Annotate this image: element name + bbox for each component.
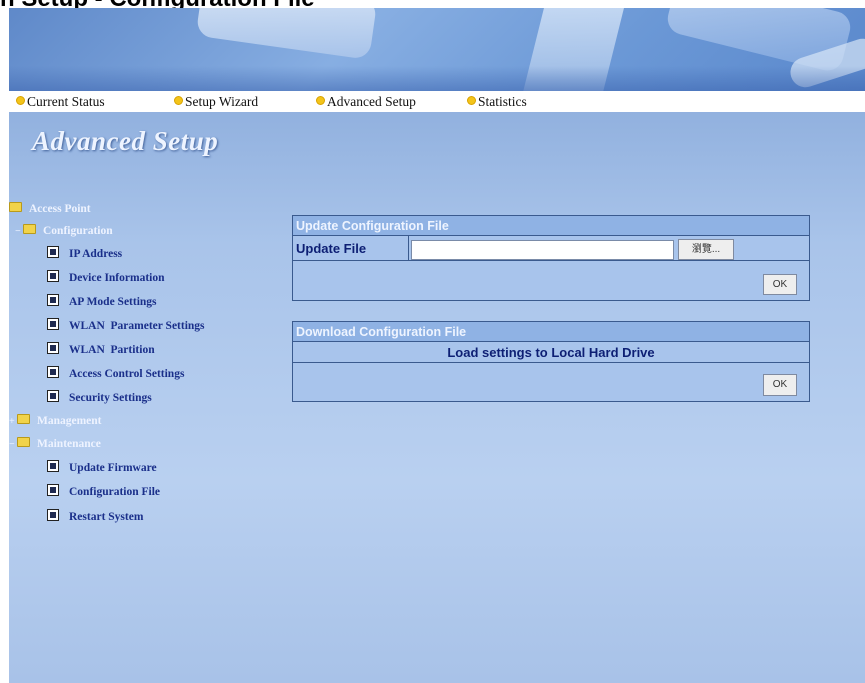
tree-item-wlan-partition[interactable]: WLAN Partition [47,342,155,358]
page-icon [47,484,59,496]
folder-icon [9,202,22,212]
download-ok-button[interactable]: OK [763,374,797,396]
nav-setup-wizard[interactable]: Setup Wizard [174,91,258,112]
tree-item-access-control-settings[interactable]: Access Control Settings [47,366,184,382]
page-icon [47,294,59,306]
browse-button[interactable]: 瀏覽... [678,239,734,260]
nav-label: Setup Wizard [185,94,259,109]
bullet-icon [174,96,183,105]
tree-item-security-settings[interactable]: Security Settings [47,390,152,406]
tree-root-access-point[interactable]: Access Point [9,201,91,217]
bullet-icon [467,96,476,105]
tree-label: Security Settings [69,392,152,404]
row-divider [293,362,809,363]
tree-label: Configuration [43,225,113,237]
tree-folder-maintenance[interactable]: − Maintenance [9,436,101,452]
page-icon [47,366,59,378]
expander-icon: − [9,439,15,450]
update-config-panel: Update Configuration File Update File 瀏覽… [292,215,810,301]
update-file-label: Update File [296,241,367,256]
router-admin-frame: Current Status Setup Wizard Advanced Set… [9,8,865,683]
page-icon [47,246,59,258]
nav-statistics[interactable]: Statistics [467,91,527,112]
update-ok-button[interactable]: OK [763,274,797,295]
expander-icon: − [15,226,21,237]
top-nav: Current Status Setup Wizard Advanced Set… [9,91,865,112]
tree-label: Access Control Settings [69,368,185,380]
download-config-panel: Download Configuration File Load setting… [292,321,810,402]
tree-label: Device Information [69,272,165,284]
tree-item-update-firmware[interactable]: Update Firmware [47,460,157,476]
folder-icon [17,414,30,424]
nav-advanced-setup[interactable]: Advanced Setup [316,91,416,112]
expander-icon: + [9,416,15,427]
cell-divider [408,236,409,260]
folder-icon [17,437,30,447]
update-file-input[interactable] [411,240,674,260]
banner-graphic [195,8,378,60]
page-icon [47,270,59,282]
nav-label: Advanced Setup [327,94,416,109]
banner-shade [9,66,865,91]
folder-icon [23,224,36,234]
page-icon [47,318,59,330]
tree-item-device-information[interactable]: Device Information [47,270,165,286]
page-icon [47,460,59,472]
tree-item-ap-mode-settings[interactable]: AP Mode Settings [47,294,157,310]
tree-label: WLAN Partition [69,344,155,356]
tree-item-restart-system[interactable]: Restart System [47,509,143,525]
tree-label: Configuration File [69,486,161,498]
tree-label: Management [37,415,102,427]
tree-item-configuration-file[interactable]: Configuration File [47,484,160,500]
page-icon [47,390,59,402]
bullet-icon [316,96,325,105]
tree-label: Update Firmware [69,462,157,474]
load-settings-text: Load settings to Local Hard Drive [447,345,655,360]
tree-item-wlan-parameter-settings[interactable]: WLAN Parameter Settings [47,318,205,334]
header-banner [9,8,865,91]
tree-label: Maintenance [37,438,101,450]
tree-folder-management[interactable]: + Management [9,413,102,429]
download-config-title: Download Configuration File [293,322,809,342]
tree-label: WLAN Parameter Settings [69,320,205,332]
update-config-title: Update Configuration File [293,216,809,236]
row-divider [293,260,809,261]
nav-label: Current Status [27,94,105,109]
tree-label: IP Address [69,248,123,260]
nav-label: Statistics [478,94,527,109]
tree-label: AP Mode Settings [69,296,157,308]
nav-current-status[interactable]: Current Status [16,91,105,112]
tree-item-ip-address[interactable]: IP Address [47,246,122,262]
tree-label: Restart System [69,511,144,523]
page-icon [47,509,59,521]
page-icon [47,342,59,354]
tree-folder-configuration[interactable]: − Configuration [15,223,113,239]
section-title: Advanced Setup [32,126,219,156]
tree-label: Access Point [29,203,91,215]
bullet-icon [16,96,25,105]
